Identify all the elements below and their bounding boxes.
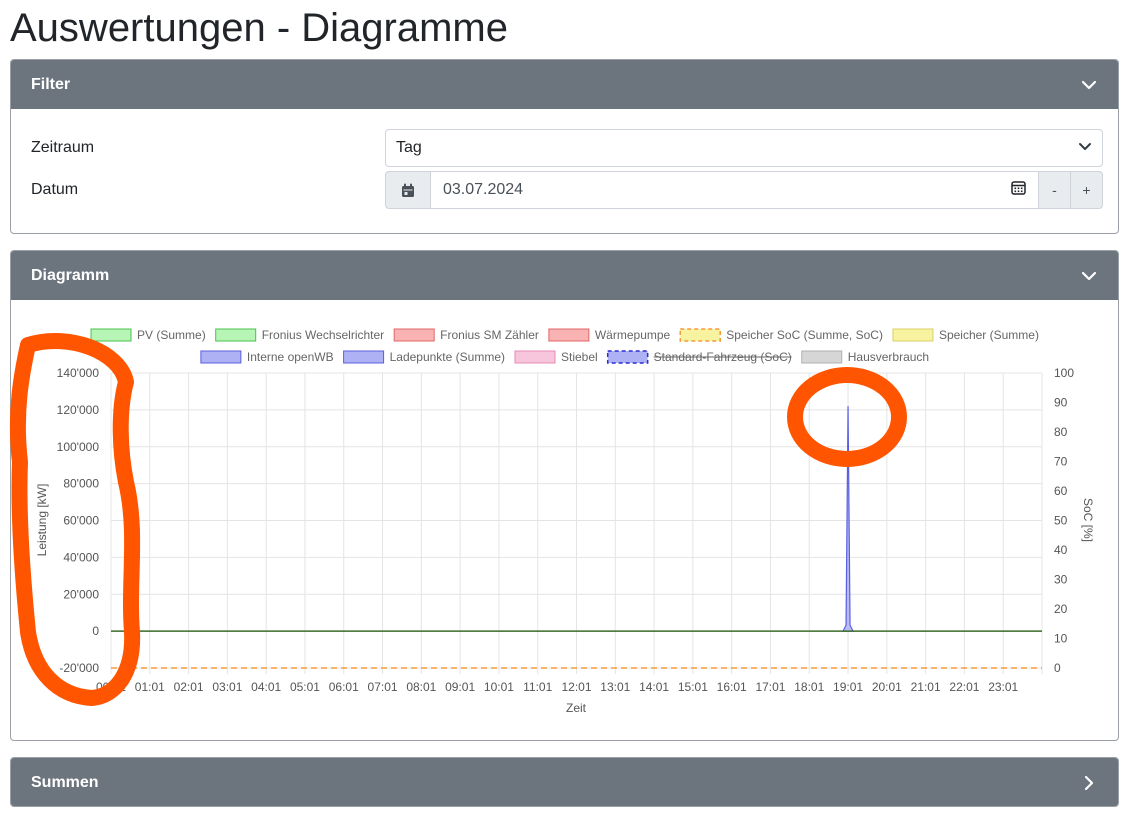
filter-header[interactable]: Filter — [11, 60, 1118, 109]
datum-input-group: 03.07.2024 - + — [385, 171, 1103, 209]
diagramm-card: Diagramm — [10, 250, 1119, 741]
datum-value: 03.07.2024 — [443, 181, 524, 198]
datum-field[interactable]: 03.07.2024 — [431, 171, 1039, 209]
summen-header[interactable]: Summen — [11, 758, 1118, 806]
date-minus-button[interactable]: - — [1039, 171, 1071, 209]
zeitraum-select[interactable]: Tag — [385, 129, 1103, 167]
chevron-right-icon — [1080, 774, 1098, 792]
diagramm-header-title: Diagramm — [31, 266, 110, 284]
date-picker-icon[interactable] — [1011, 180, 1026, 200]
filter-card: Filter Zeitraum Tag Datum 03.07.2024 - + — [10, 59, 1119, 234]
diagramm-header[interactable]: Diagramm — [11, 251, 1118, 300]
calendar-icon — [385, 171, 431, 209]
zeitraum-label: Zeitraum — [31, 139, 95, 156]
date-plus-button[interactable]: + — [1071, 171, 1103, 209]
chevron-down-icon — [1078, 139, 1092, 157]
summen-card: Summen — [10, 757, 1119, 807]
zeitraum-select-value: Tag — [396, 139, 422, 156]
page-title: Auswertungen - Diagramme — [10, 6, 508, 50]
filter-header-title: Filter — [31, 75, 71, 93]
chevron-down-icon — [1080, 76, 1098, 94]
datum-label: Datum — [31, 181, 79, 198]
chevron-down-icon — [1080, 267, 1098, 285]
summen-header-title: Summen — [31, 773, 99, 791]
